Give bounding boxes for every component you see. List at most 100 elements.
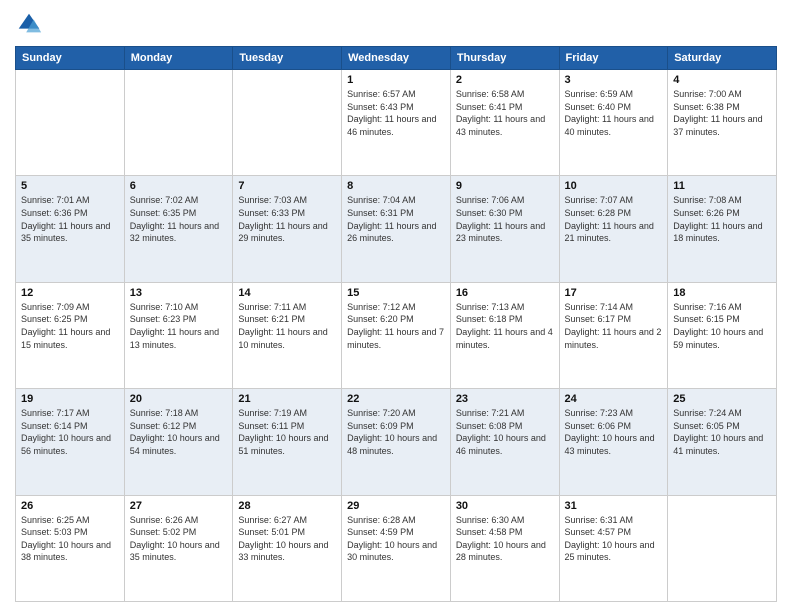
day-header-tuesday: Tuesday [233,47,342,70]
calendar-cell-1-6: 11Sunrise: 7:08 AM Sunset: 6:26 PM Dayli… [668,176,777,282]
day-header-friday: Friday [559,47,668,70]
day-number: 14 [238,287,336,299]
calendar-cell-0-1 [124,70,233,176]
day-number: 3 [565,74,663,86]
day-info: Sunrise: 7:08 AM Sunset: 6:26 PM Dayligh… [673,194,771,244]
day-info: Sunrise: 6:26 AM Sunset: 5:02 PM Dayligh… [130,514,228,564]
day-number: 23 [456,393,554,405]
calendar-table: SundayMondayTuesdayWednesdayThursdayFrid… [15,46,777,602]
page: SundayMondayTuesdayWednesdayThursdayFrid… [0,0,792,612]
day-number: 19 [21,393,119,405]
day-info: Sunrise: 7:16 AM Sunset: 6:15 PM Dayligh… [673,301,771,351]
day-number: 17 [565,287,663,299]
day-number: 26 [21,500,119,512]
day-info: Sunrise: 6:30 AM Sunset: 4:58 PM Dayligh… [456,514,554,564]
day-number: 16 [456,287,554,299]
day-info: Sunrise: 6:59 AM Sunset: 6:40 PM Dayligh… [565,88,663,138]
day-info: Sunrise: 7:19 AM Sunset: 6:11 PM Dayligh… [238,407,336,457]
logo [15,10,47,38]
header [15,10,777,38]
day-number: 30 [456,500,554,512]
day-number: 12 [21,287,119,299]
day-info: Sunrise: 6:25 AM Sunset: 5:03 PM Dayligh… [21,514,119,564]
day-info: Sunrise: 7:10 AM Sunset: 6:23 PM Dayligh… [130,301,228,351]
day-info: Sunrise: 6:28 AM Sunset: 4:59 PM Dayligh… [347,514,445,564]
day-info: Sunrise: 7:20 AM Sunset: 6:09 PM Dayligh… [347,407,445,457]
calendar-week-2: 12Sunrise: 7:09 AM Sunset: 6:25 PM Dayli… [16,282,777,388]
calendar-cell-3-1: 20 Sunrise: 7:18 AM Sunset: 6:12 PM Dayli… [124,389,233,495]
day-number: 9 [456,180,554,192]
calendar-cell-2-6: 18 Sunrise: 7:16 AM Sunset: 6:15 PM Dayli… [668,282,777,388]
day-number: 22 [347,393,445,405]
day-number: 1 [347,74,445,86]
day-number: 10 [565,180,663,192]
calendar-cell-4-1: 27 Sunrise: 6:26 AM Sunset: 5:02 PM Dayli… [124,495,233,601]
day-number: 20 [130,393,228,405]
calendar-cell-1-5: 10Sunrise: 7:07 AM Sunset: 6:28 PM Dayli… [559,176,668,282]
logo-icon [15,10,43,38]
day-header-saturday: Saturday [668,47,777,70]
calendar-cell-0-0 [16,70,125,176]
calendar-cell-4-2: 28Sunrise: 6:27 AM Sunset: 5:01 PM Dayli… [233,495,342,601]
day-info: Sunrise: 6:31 AM Sunset: 4:57 PM Dayligh… [565,514,663,564]
calendar-cell-0-6: 4 Sunrise: 7:00 AM Sunset: 6:38 PM Daylig… [668,70,777,176]
day-number: 5 [21,180,119,192]
calendar-cell-2-3: 15 Sunrise: 7:12 AM Sunset: 6:20 PM Dayli… [342,282,451,388]
day-info: Sunrise: 7:17 AM Sunset: 6:14 PM Dayligh… [21,407,119,457]
day-header-monday: Monday [124,47,233,70]
calendar-week-3: 19 Sunrise: 7:17 AM Sunset: 6:14 PM Dayli… [16,389,777,495]
calendar-header-row: SundayMondayTuesdayWednesdayThursdayFrid… [16,47,777,70]
day-number: 21 [238,393,336,405]
day-number: 13 [130,287,228,299]
day-info: Sunrise: 7:04 AM Sunset: 6:31 PM Dayligh… [347,194,445,244]
calendar-cell-4-3: 29Sunrise: 6:28 AM Sunset: 4:59 PM Dayli… [342,495,451,601]
day-number: 2 [456,74,554,86]
day-number: 7 [238,180,336,192]
day-info: Sunrise: 6:58 AM Sunset: 6:41 PM Dayligh… [456,88,554,138]
calendar-cell-3-4: 23 Sunrise: 7:21 AM Sunset: 6:08 PM Dayli… [450,389,559,495]
calendar-cell-4-4: 30 Sunrise: 6:30 AM Sunset: 4:58 PM Dayli… [450,495,559,601]
calendar-cell-3-6: 25 Sunrise: 7:24 AM Sunset: 6:05 PM Dayli… [668,389,777,495]
day-number: 15 [347,287,445,299]
day-info: Sunrise: 7:13 AM Sunset: 6:18 PM Dayligh… [456,301,554,351]
calendar-week-4: 26 Sunrise: 6:25 AM Sunset: 5:03 PM Dayli… [16,495,777,601]
day-info: Sunrise: 7:23 AM Sunset: 6:06 PM Dayligh… [565,407,663,457]
calendar-cell-1-2: 7 Sunrise: 7:03 AM Sunset: 6:33 PM Daylig… [233,176,342,282]
day-info: Sunrise: 7:12 AM Sunset: 6:20 PM Dayligh… [347,301,445,351]
day-number: 4 [673,74,771,86]
calendar-cell-1-0: 5Sunrise: 7:01 AM Sunset: 6:36 PM Daylig… [16,176,125,282]
day-info: Sunrise: 7:21 AM Sunset: 6:08 PM Dayligh… [456,407,554,457]
calendar-cell-4-5: 31 Sunrise: 6:31 AM Sunset: 4:57 PM Dayli… [559,495,668,601]
day-info: Sunrise: 7:18 AM Sunset: 6:12 PM Dayligh… [130,407,228,457]
day-info: Sunrise: 7:24 AM Sunset: 6:05 PM Dayligh… [673,407,771,457]
day-info: Sunrise: 7:02 AM Sunset: 6:35 PM Dayligh… [130,194,228,244]
calendar-cell-2-4: 16 Sunrise: 7:13 AM Sunset: 6:18 PM Dayli… [450,282,559,388]
calendar-cell-0-4: 2 Sunrise: 6:58 AM Sunset: 6:41 PM Daylig… [450,70,559,176]
day-info: Sunrise: 7:03 AM Sunset: 6:33 PM Dayligh… [238,194,336,244]
calendar-cell-1-1: 6Sunrise: 7:02 AM Sunset: 6:35 PM Daylig… [124,176,233,282]
calendar-cell-0-5: 3 Sunrise: 6:59 AM Sunset: 6:40 PM Daylig… [559,70,668,176]
calendar-cell-0-2 [233,70,342,176]
day-number: 24 [565,393,663,405]
day-info: Sunrise: 7:11 AM Sunset: 6:21 PM Dayligh… [238,301,336,351]
calendar-cell-4-0: 26 Sunrise: 6:25 AM Sunset: 5:03 PM Dayli… [16,495,125,601]
day-info: Sunrise: 6:57 AM Sunset: 6:43 PM Dayligh… [347,88,445,138]
calendar-cell-3-3: 22 Sunrise: 7:20 AM Sunset: 6:09 PM Dayli… [342,389,451,495]
day-info: Sunrise: 6:27 AM Sunset: 5:01 PM Dayligh… [238,514,336,564]
day-number: 25 [673,393,771,405]
day-number: 31 [565,500,663,512]
calendar-cell-1-3: 8 Sunrise: 7:04 AM Sunset: 6:31 PM Daylig… [342,176,451,282]
calendar-week-1: 5Sunrise: 7:01 AM Sunset: 6:36 PM Daylig… [16,176,777,282]
calendar-cell-2-5: 17 Sunrise: 7:14 AM Sunset: 6:17 PM Dayli… [559,282,668,388]
calendar-cell-3-0: 19 Sunrise: 7:17 AM Sunset: 6:14 PM Dayli… [16,389,125,495]
day-number: 18 [673,287,771,299]
day-number: 27 [130,500,228,512]
calendar-cell-3-5: 24 Sunrise: 7:23 AM Sunset: 6:06 PM Dayli… [559,389,668,495]
day-header-thursday: Thursday [450,47,559,70]
calendar-cell-0-3: 1 Sunrise: 6:57 AM Sunset: 6:43 PM Daylig… [342,70,451,176]
day-number: 8 [347,180,445,192]
day-header-wednesday: Wednesday [342,47,451,70]
day-info: Sunrise: 7:14 AM Sunset: 6:17 PM Dayligh… [565,301,663,351]
day-info: Sunrise: 7:00 AM Sunset: 6:38 PM Dayligh… [673,88,771,138]
calendar-week-0: 1 Sunrise: 6:57 AM Sunset: 6:43 PM Daylig… [16,70,777,176]
